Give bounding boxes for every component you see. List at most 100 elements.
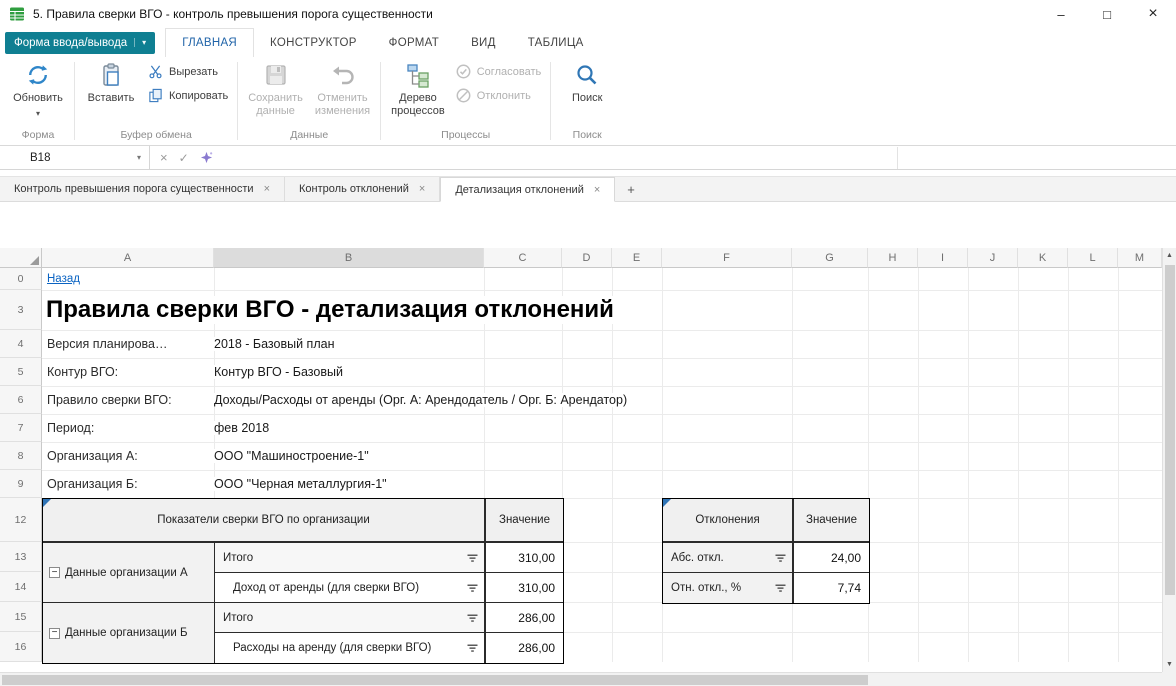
value-column-header[interactable]: Значение	[793, 499, 869, 543]
refresh-button[interactable]: Обновить ▾	[6, 57, 70, 120]
tab-main[interactable]: ГЛАВНАЯ	[165, 28, 254, 57]
column-header-a[interactable]: A	[42, 248, 214, 268]
info-value-version[interactable]: 2018 - Базовый план	[214, 330, 868, 358]
filter-icon[interactable]	[775, 554, 786, 563]
back-link[interactable]: Назад	[47, 273, 80, 285]
value-column-header[interactable]: Значение	[485, 499, 563, 543]
info-label-contour[interactable]: Контур ВГО:	[42, 358, 214, 386]
cancel-icon[interactable]: ×	[160, 150, 168, 165]
collapse-icon[interactable]: −	[49, 567, 60, 578]
tab-table[interactable]: ТАБЛИЦА	[512, 28, 600, 57]
column-header-i[interactable]: I	[918, 248, 968, 268]
close-icon[interactable]: ×	[419, 183, 425, 195]
indicator-cell-total-b[interactable]: Итого	[215, 603, 485, 633]
column-header-c[interactable]: C	[484, 248, 562, 268]
info-value-rule[interactable]: Доходы/Расходы от аренды (Орг. А: Арендо…	[214, 386, 868, 414]
collapse-icon[interactable]: −	[49, 628, 60, 639]
filter-icon[interactable]	[775, 584, 786, 593]
horizontal-scrollbar[interactable]	[0, 672, 1162, 686]
indicator-cell-total-a[interactable]: Итого	[215, 543, 485, 573]
minimize-button[interactable]: –	[1038, 0, 1084, 28]
deviation-cell-rel[interactable]: Отн. откл., %	[663, 573, 793, 603]
info-value-contour[interactable]: Контур ВГО - Базовый	[214, 358, 868, 386]
row-header[interactable]: 14	[0, 572, 42, 602]
group-cell-org-b[interactable]: − Данные организации Б	[43, 603, 215, 663]
horizontal-scroll-thumb[interactable]	[2, 675, 868, 685]
info-label-org-b[interactable]: Организация Б:	[42, 470, 214, 498]
column-header-h[interactable]: H	[868, 248, 918, 268]
indicator-cell-expense-b[interactable]: Расходы на аренду (для сверки ВГО)	[215, 633, 485, 663]
cell-name-box[interactable]: B18 ▾	[0, 146, 150, 169]
group-cell-org-a[interactable]: − Данные организации А	[43, 543, 215, 603]
column-header-l[interactable]: L	[1068, 248, 1118, 268]
save-data-button[interactable]: Сохранить данные	[242, 57, 309, 118]
row-header[interactable]: 3	[0, 290, 42, 330]
search-button[interactable]: Поиск	[555, 57, 619, 105]
add-sheet-tab-button[interactable]: +	[615, 177, 647, 201]
paste-button[interactable]: Вставить	[79, 57, 143, 105]
close-button[interactable]: ×	[1130, 0, 1176, 28]
row-header[interactable]: 8	[0, 442, 42, 470]
indicator-cell-income-a[interactable]: Доход от аренды (для сверки ВГО)	[215, 573, 485, 603]
value-cell[interactable]: 286,00	[485, 603, 563, 633]
close-icon[interactable]: ×	[594, 184, 600, 196]
info-label-rule[interactable]: Правило сверки ВГО:	[42, 386, 214, 414]
tab-view[interactable]: ВИД	[455, 28, 512, 57]
undo-changes-button[interactable]: Отменить изменения	[309, 57, 376, 118]
deviation-cell-abs[interactable]: Абс. откл.	[663, 543, 793, 573]
row-header[interactable]: 13	[0, 542, 42, 572]
column-header-j[interactable]: J	[968, 248, 1018, 268]
copy-button[interactable]: Копировать	[148, 88, 228, 103]
filter-icon[interactable]	[467, 644, 478, 653]
value-cell[interactable]: 310,00	[485, 573, 563, 603]
filter-icon[interactable]	[467, 554, 478, 563]
column-header-m[interactable]: M	[1118, 248, 1162, 268]
value-cell[interactable]: 286,00	[485, 633, 563, 663]
deviations-table-header[interactable]: Отклонения	[663, 499, 793, 543]
chevron-down-icon[interactable]: ▾	[137, 153, 141, 162]
process-tree-button[interactable]: Дерево процессов	[385, 57, 451, 118]
row-header[interactable]: 4	[0, 330, 42, 358]
scroll-down-icon[interactable]: ▼	[1163, 657, 1176, 672]
column-header-e[interactable]: E	[612, 248, 662, 268]
cut-button[interactable]: Вырезать	[148, 64, 228, 79]
value-cell[interactable]: 7,74	[793, 573, 869, 603]
tab-constructor[interactable]: КОНСТРУКТОР	[254, 28, 373, 57]
sheet-tab-deviation-detail[interactable]: Детализация отклонений ×	[440, 177, 615, 202]
info-value-org-b[interactable]: ООО "Черная металлургия-1"	[214, 470, 868, 498]
reject-button[interactable]: Отклонить	[456, 88, 541, 103]
confirm-icon[interactable]: ✓	[179, 151, 189, 165]
row-header[interactable]: 7	[0, 414, 42, 442]
insert-function-icon[interactable]	[200, 151, 213, 164]
info-label-version[interactable]: Версия планирова…	[42, 330, 214, 358]
column-header-k[interactable]: K	[1018, 248, 1068, 268]
formula-input[interactable]	[223, 146, 1176, 169]
approve-button[interactable]: Согласовать	[456, 64, 541, 79]
scroll-up-icon[interactable]: ▲	[1163, 248, 1176, 263]
row-header[interactable]: 0	[0, 268, 42, 290]
form-io-menu-button[interactable]: Форма ввода/вывода ▾	[5, 32, 155, 54]
row-header[interactable]: 12	[0, 498, 42, 542]
column-header-b[interactable]: B	[214, 248, 484, 268]
tab-format[interactable]: ФОРМАТ	[373, 28, 455, 57]
row-header[interactable]: 6	[0, 386, 42, 414]
vertical-scrollb​ar[interactable]: ▲ ▼	[1162, 248, 1176, 672]
value-cell[interactable]: 24,00	[793, 543, 869, 573]
sheet-tab-deviation-control[interactable]: Контроль отклонений ×	[285, 177, 440, 201]
row-header[interactable]: 16	[0, 632, 42, 662]
select-all-corner[interactable]	[0, 248, 42, 268]
row-header[interactable]: 9	[0, 470, 42, 498]
info-label-period[interactable]: Период:	[42, 414, 214, 442]
column-header-d[interactable]: D	[562, 248, 612, 268]
sheet-tab-threshold-control[interactable]: Контроль превышения порога существенност…	[0, 177, 285, 201]
row-header[interactable]: 15	[0, 602, 42, 632]
row-header[interactable]: 5	[0, 358, 42, 386]
indicators-table-header[interactable]: Показатели сверки ВГО по организации	[43, 499, 485, 543]
info-value-org-a[interactable]: ООО "Машиностроение-1"	[214, 442, 868, 470]
column-header-g[interactable]: G	[792, 248, 868, 268]
maximize-button[interactable]: □	[1084, 0, 1130, 28]
vertical-scroll-thumb[interactable]	[1165, 265, 1175, 595]
column-header-f[interactable]: F	[662, 248, 792, 268]
close-icon[interactable]: ×	[264, 183, 270, 195]
filter-icon[interactable]	[467, 614, 478, 623]
